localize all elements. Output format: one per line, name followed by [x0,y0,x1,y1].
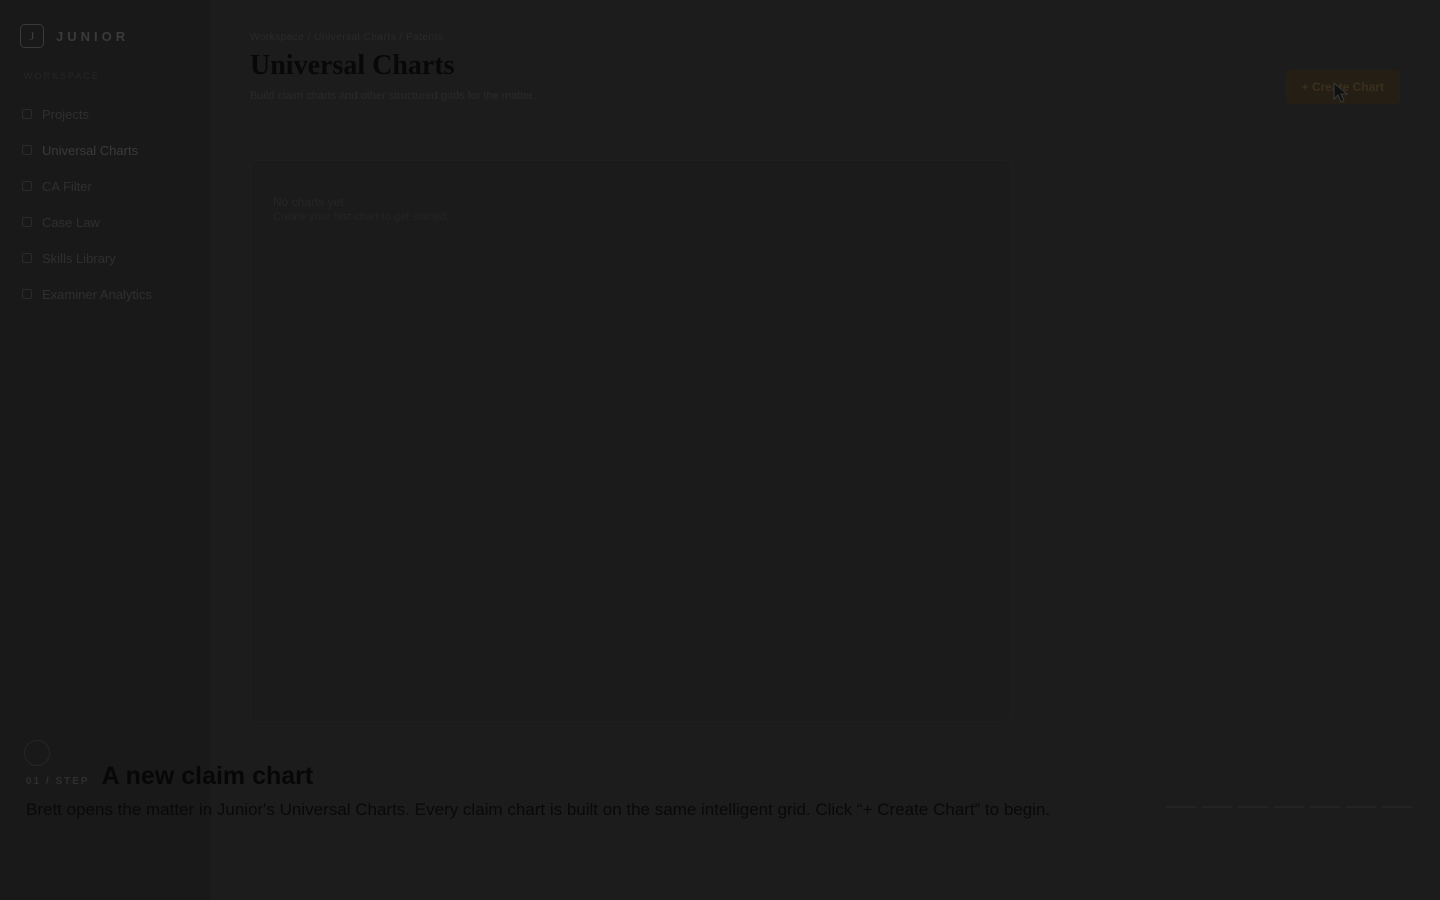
sidebar-item-skills-library[interactable]: Skills Library [22,240,152,276]
progress-segment [1238,806,1268,808]
sidebar-nav: Projects Universal Charts CA Filter Case… [22,96,152,312]
brand[interactable]: J JUNIOR [20,24,129,48]
empty-state-title: No charts yet [273,195,344,209]
sidebar-item-examiner-analytics[interactable]: Examiner Analytics [22,276,152,312]
sidebar-item-universal-charts[interactable]: Universal Charts [22,132,152,168]
step-description: Brett opens the matter in Junior's Unive… [26,800,1051,819]
charts-panel: No charts yet Create your first chart to… [250,160,1012,722]
scale-icon [22,217,32,227]
breadcrumb[interactable]: Workspace / Universal Charts / Patents [250,32,443,43]
step-header: 01 / STEP A new claim chart [26,762,313,791]
sidebar-item-label: CA Filter [42,178,92,194]
sidebar-item-label: Skills Library [42,250,116,266]
brand-name: JUNIOR [56,28,130,44]
sidebar-item-label: Examiner Analytics [42,286,152,302]
chart-icon [22,145,32,155]
step-title: A new claim chart [101,762,314,790]
step-progress [1166,806,1412,808]
mouse-cursor-icon [1333,82,1349,103]
analytics-icon [22,289,32,299]
grid-icon [22,109,32,119]
sidebar-item-label: Projects [42,106,89,122]
step-label: 01 / STEP [26,776,90,787]
sidebar-item-case-law[interactable]: Case Law [22,204,152,240]
logo-icon: J [20,24,44,48]
main-content: Workspace / Universal Charts / Patents U… [210,0,1440,760]
filter-icon [22,181,32,191]
progress-segment [1310,806,1340,808]
progress-segment [1346,806,1376,808]
book-icon [22,253,32,263]
progress-segment [1202,806,1232,808]
progress-segment [1274,806,1304,808]
progress-segment [1166,806,1196,808]
sidebar-section-label: WORKSPACE [24,71,100,81]
page-title: Universal Charts [250,50,455,81]
sidebar-item-projects[interactable]: Projects [22,96,152,132]
progress-segment [1382,806,1412,808]
empty-state-description: Create your first chart to get started. [273,211,450,223]
app-window: J JUNIOR WORKSPACE Projects Universal Ch… [0,0,1440,900]
sidebar-item-label: Case Law [42,214,100,230]
sidebar-item-ca-filter[interactable]: CA Filter [22,168,152,204]
sidebar-item-label: Universal Charts [42,142,139,158]
tutorial-overlay: 01 / STEP A new claim chart Brett opens … [0,740,1440,900]
page-subtitle: Build claim charts and other structured … [250,90,536,102]
